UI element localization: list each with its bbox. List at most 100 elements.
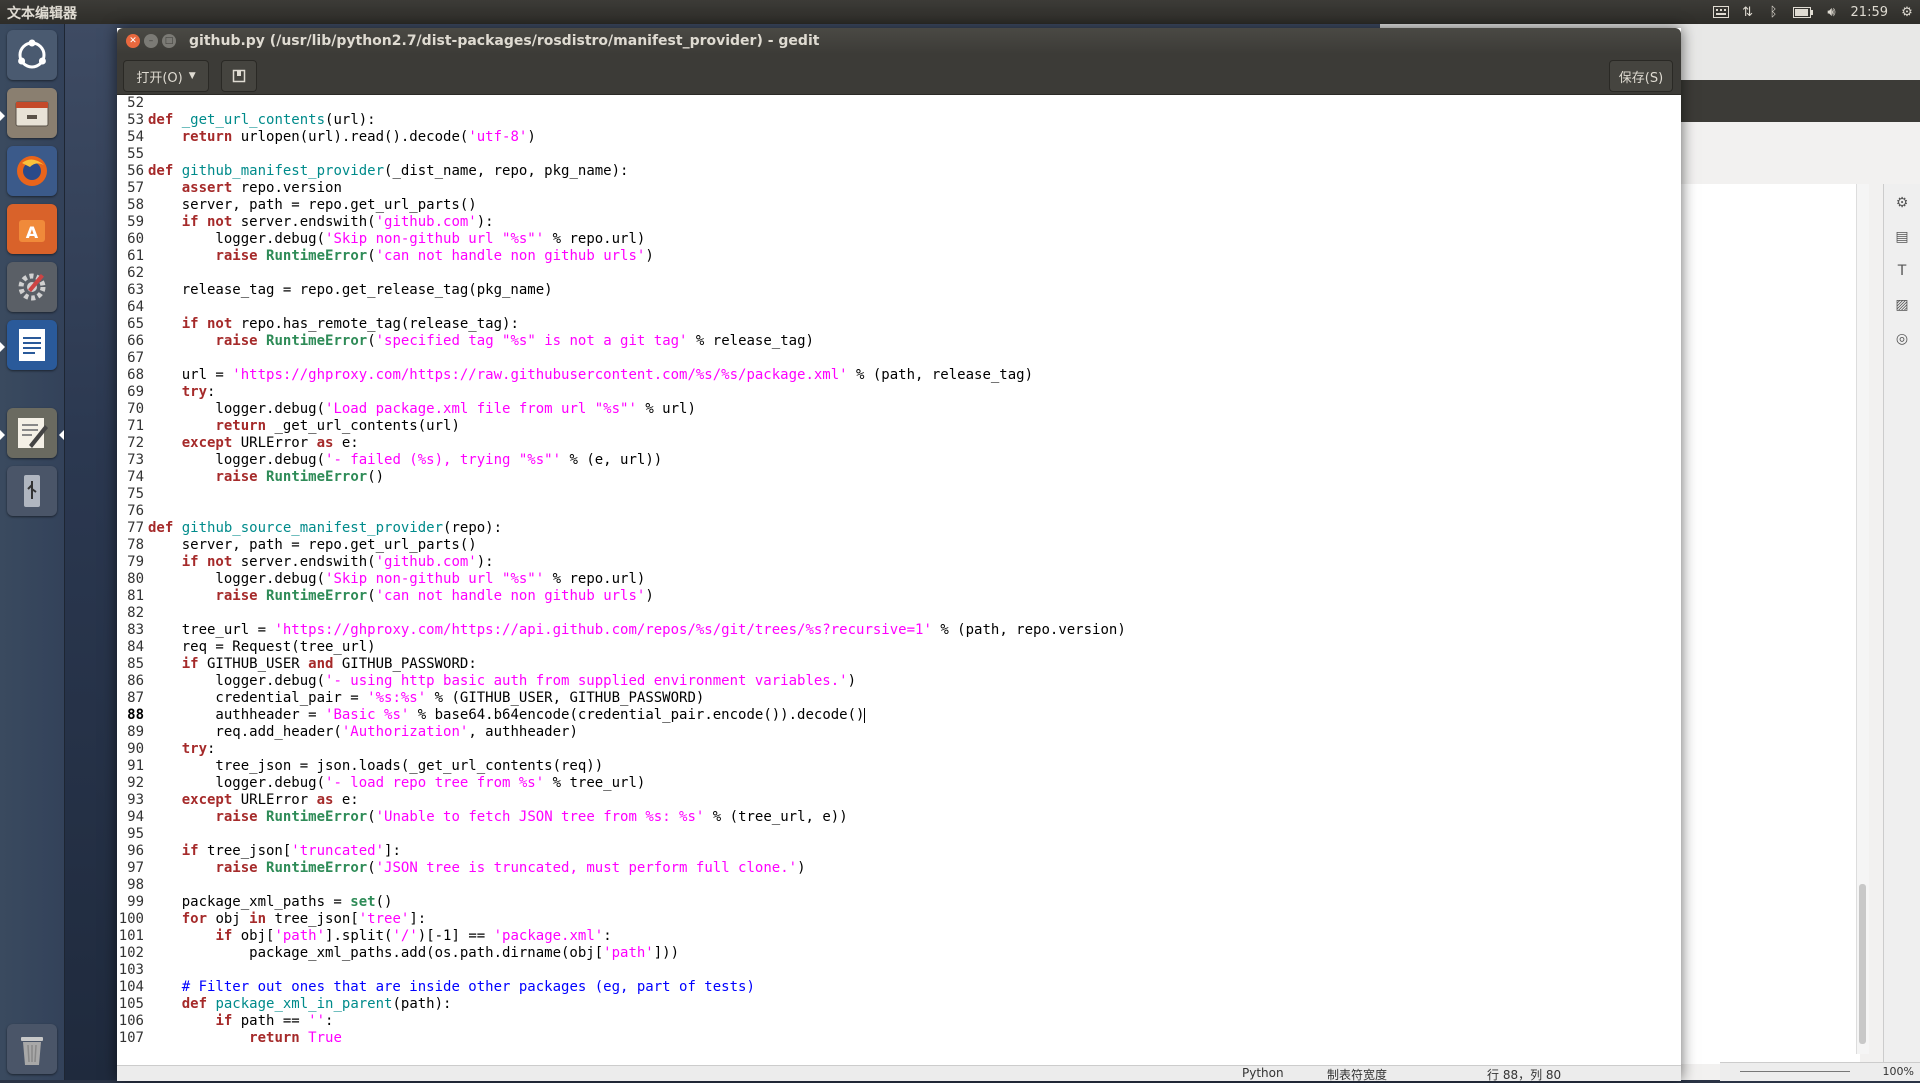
tab-width-selector[interactable]: 制表符宽度: [1327, 1066, 1387, 1083]
line-number: 86: [127, 673, 144, 689]
code-line[interactable]: 102 package_xml_paths.add(os.path.dirnam…: [117, 945, 1126, 962]
software-center-icon[interactable]: A: [7, 204, 57, 254]
zoom-level[interactable]: 100%: [1883, 1065, 1914, 1078]
ubuntu-dash-icon[interactable]: [7, 30, 57, 80]
network-icon[interactable]: ⇅: [1741, 2, 1755, 22]
code-line[interactable]: 92 logger.debug('- load repo tree from %…: [117, 775, 1126, 792]
code-line[interactable]: 65 if not repo.has_remote_tag(release_ta…: [117, 316, 1126, 333]
volume-icon[interactable]: 🔊︎: [1825, 2, 1839, 22]
minimize-icon[interactable]: –: [144, 34, 158, 48]
code-line[interactable]: 61 raise RuntimeError('can not handle no…: [117, 248, 1126, 265]
code-line[interactable]: 79 if not server.endswith('github.com'):: [117, 554, 1126, 571]
code-line[interactable]: 98: [117, 877, 1126, 894]
code-line[interactable]: 103: [117, 962, 1126, 979]
background-scrollbar[interactable]: [1856, 184, 1869, 1054]
maximize-icon[interactable]: □: [162, 34, 176, 48]
code-line[interactable]: 87 credential_pair = '%s:%s' % (GITHUB_U…: [117, 690, 1126, 707]
code-token: % repo.url): [544, 571, 646, 587]
code-line[interactable]: 74 raise RuntimeError(): [117, 469, 1126, 486]
styles-icon[interactable]: ▤: [1893, 228, 1911, 246]
save-button[interactable]: 保存(S): [1609, 60, 1673, 92]
code-line[interactable]: 63 release_tag = repo.get_release_tag(pk…: [117, 282, 1126, 299]
code-editor[interactable]: 52 53 def _get_url_contents(url): 54 return…: [117, 95, 1681, 1065]
new-tab-button[interactable]: [221, 60, 257, 92]
code-line[interactable]: 107 return True: [117, 1030, 1126, 1047]
code-token: return: [181, 129, 233, 145]
code-line[interactable]: 66 raise RuntimeError('specified tag "%s…: [117, 333, 1126, 350]
properties-icon[interactable]: ⚙: [1893, 194, 1911, 212]
top-panel: 文本编辑器 ⇅ ᛒ 🔊︎ 21:59 ⚙: [0, 0, 1920, 24]
bluetooth-icon[interactable]: ᛒ: [1767, 2, 1781, 22]
code-line[interactable]: 60 logger.debug('Skip non-github url "%s…: [117, 231, 1126, 248]
gear-icon[interactable]: ⚙: [1900, 2, 1914, 22]
code-line[interactable]: 100 for obj in tree_json['tree']:: [117, 911, 1126, 928]
code-line[interactable]: 64: [117, 299, 1126, 316]
code-line[interactable]: 71 return _get_url_contents(url): [117, 418, 1126, 435]
code-line[interactable]: 78 server, path = repo.get_url_parts(): [117, 537, 1126, 554]
code-line[interactable]: 67: [117, 350, 1126, 367]
code-line[interactable]: 76: [117, 503, 1126, 520]
code-line[interactable]: 90 try:: [117, 741, 1126, 758]
code-line[interactable]: 104 # Filter out ones that are inside ot…: [117, 979, 1126, 996]
code-line[interactable]: 93 except URLError as e:: [117, 792, 1126, 809]
close-icon[interactable]: ✕: [126, 34, 140, 48]
code-line[interactable]: 62: [117, 265, 1126, 282]
code-line[interactable]: 57 assert repo.version: [117, 180, 1126, 197]
libreoffice-writer-icon[interactable]: [7, 320, 57, 370]
zoom-slider[interactable]: [1740, 1071, 1850, 1072]
code-line[interactable]: 96 if tree_json['truncated']:: [117, 843, 1126, 860]
code-line[interactable]: 105 def package_xml_in_parent(path):: [117, 996, 1126, 1013]
code-line[interactable]: 75: [117, 486, 1126, 503]
code-line[interactable]: 77 def github_source_manifest_provider(re…: [117, 520, 1126, 537]
code-line[interactable]: 95: [117, 826, 1126, 843]
code-line[interactable]: 84 req = Request(tree_url): [117, 639, 1126, 656]
text-icon[interactable]: T: [1893, 262, 1911, 280]
code-line[interactable]: 81 raise RuntimeError('can not handle no…: [117, 588, 1126, 605]
code-line[interactable]: 97 raise RuntimeError('JSON tree is trun…: [117, 860, 1126, 877]
code-line[interactable]: 80 logger.debug('Skip non-github url "%s…: [117, 571, 1126, 588]
code-line[interactable]: 72 except URLError as e:: [117, 435, 1126, 452]
code-line[interactable]: 82: [117, 605, 1126, 622]
language-selector[interactable]: Python: [1242, 1066, 1284, 1080]
code-token: if not: [181, 214, 233, 230]
code-line[interactable]: 89 req.add_header('Authorization', authh…: [117, 724, 1126, 741]
system-settings-icon[interactable]: [7, 262, 57, 312]
scrollbar-thumb[interactable]: [1859, 884, 1866, 1044]
code-line[interactable]: 55: [117, 146, 1126, 163]
code-line[interactable]: 52: [117, 95, 1126, 112]
code-line[interactable]: 54 return urlopen(url).read().decode('ut…: [117, 129, 1126, 146]
code-line[interactable]: 88 authheader = 'Basic %s' % base64.b64e…: [117, 707, 1126, 724]
code-line[interactable]: 85 if GITHUB_USER and GITHUB_PASSWORD:: [117, 656, 1126, 673]
navigator-icon[interactable]: ◎: [1893, 330, 1911, 348]
code-line[interactable]: 86 logger.debug('- using http basic auth…: [117, 673, 1126, 690]
code-line[interactable]: 53 def _get_url_contents(url):: [117, 112, 1126, 129]
usb-drive-icon[interactable]: [7, 466, 57, 516]
open-button[interactable]: 打开(O) ▼: [123, 60, 209, 92]
code-line[interactable]: 94 raise RuntimeError('Unable to fetch J…: [117, 809, 1126, 826]
code-line[interactable]: 106 if path == '':: [117, 1013, 1126, 1030]
code-token: raise: [215, 248, 258, 264]
text-editor-icon[interactable]: [7, 408, 57, 458]
files-icon[interactable]: [7, 88, 57, 138]
battery-icon[interactable]: [1792, 2, 1813, 22]
code-line[interactable]: 68 url = 'https://ghproxy.com/https://ra…: [117, 367, 1126, 384]
code-line[interactable]: 73 logger.debug('- failed (%s), trying "…: [117, 452, 1126, 469]
code-line[interactable]: 56 def github_manifest_provider(_dist_nam…: [117, 163, 1126, 180]
keyboard-icon[interactable]: [1712, 2, 1729, 22]
firefox-icon[interactable]: [7, 146, 57, 196]
code-line[interactable]: 59 if not server.endswith('github.com'):: [117, 214, 1126, 231]
code-line[interactable]: 91 tree_json = json.loads(_get_url_conte…: [117, 758, 1126, 775]
code-line[interactable]: 83 tree_url = 'https://ghproxy.com/https…: [117, 622, 1126, 639]
code-line[interactable]: 101 if obj['path'].split('/')[-1] == 'pa…: [117, 928, 1126, 945]
title-bar[interactable]: ✕ – □ github.py (/usr/lib/python2.7/dist…: [117, 28, 1681, 54]
code-line[interactable]: 99 package_xml_paths = set(): [117, 894, 1126, 911]
code-line[interactable]: 58 server, path = repo.get_url_parts(): [117, 197, 1126, 214]
code-line[interactable]: 69 try:: [117, 384, 1126, 401]
clock[interactable]: 21:59: [1851, 2, 1888, 22]
gallery-icon[interactable]: ▨: [1893, 296, 1911, 314]
trash-icon[interactable]: [7, 1024, 57, 1074]
code-line[interactable]: 70 logger.debug('Load package.xml file f…: [117, 401, 1126, 418]
